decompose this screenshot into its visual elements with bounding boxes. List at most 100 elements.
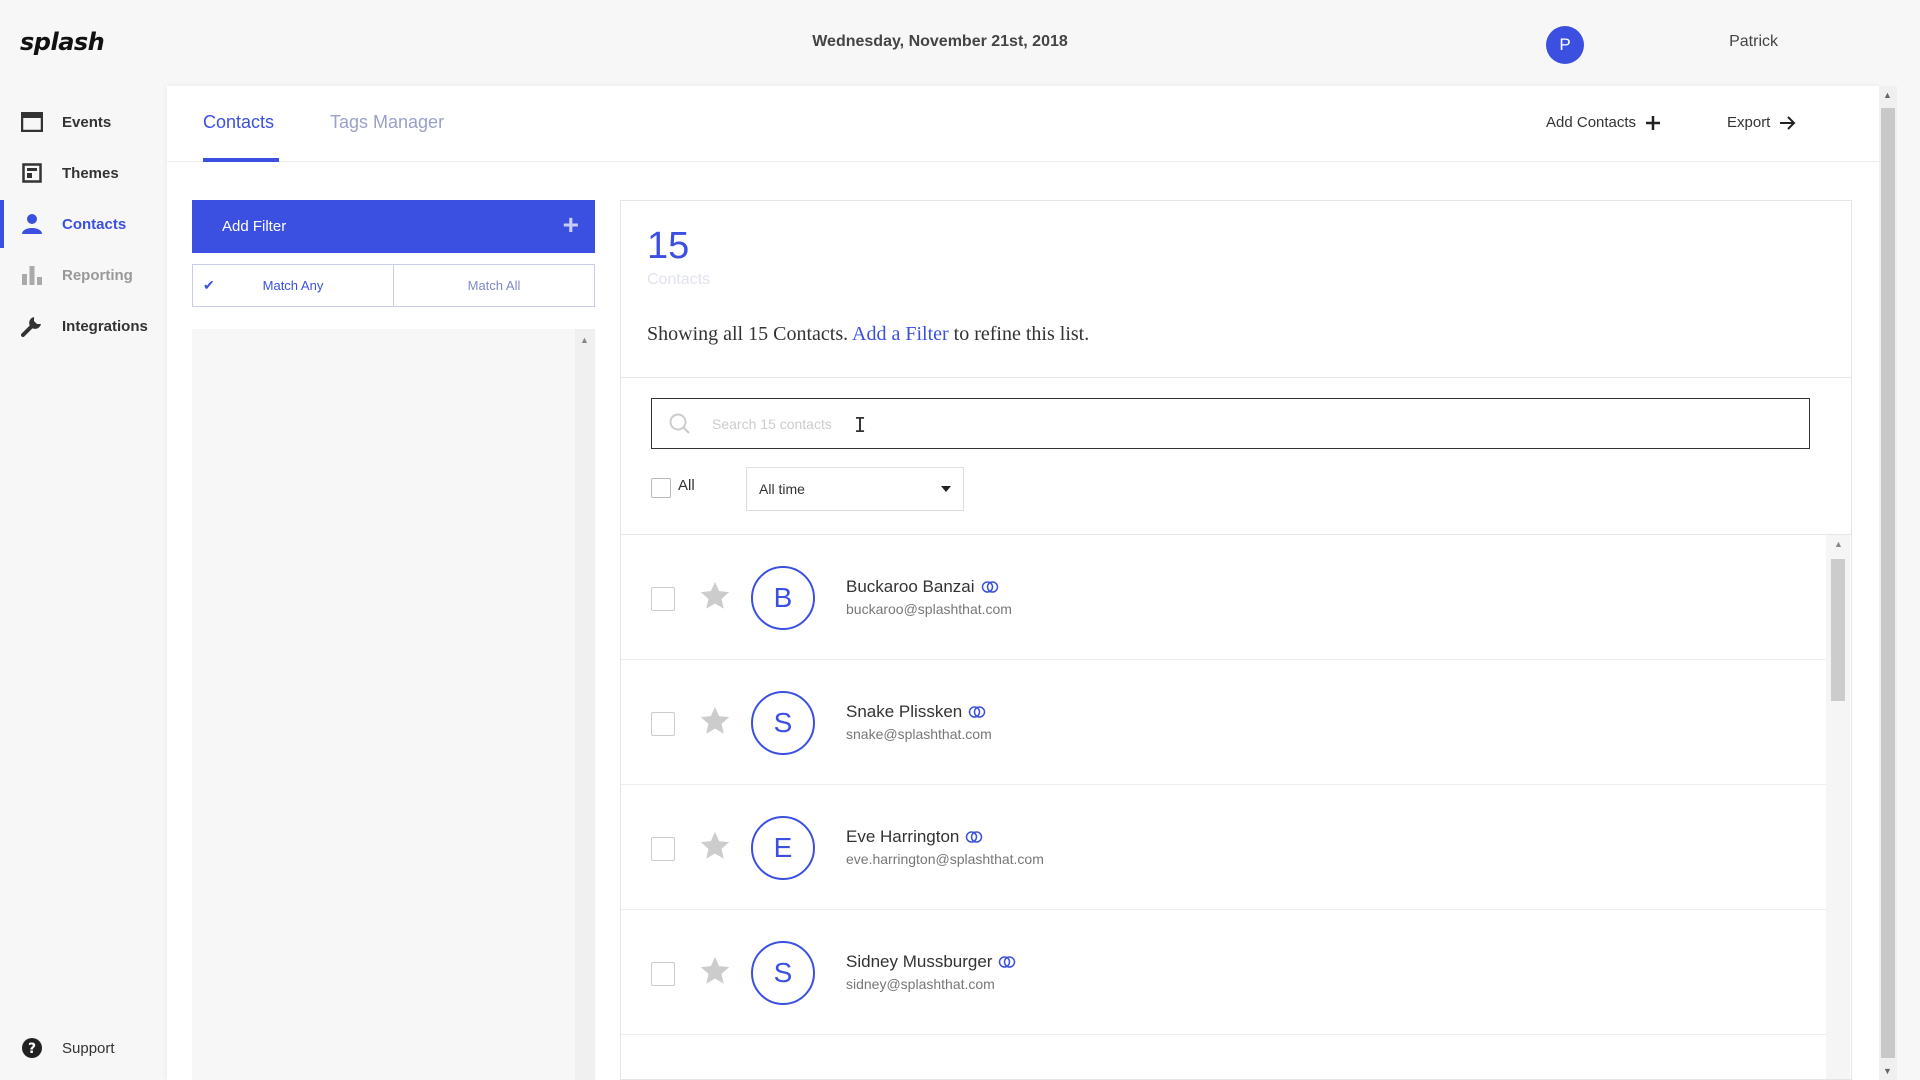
filter-list-scrollbar[interactable]: ▲ — [575, 329, 595, 1080]
person-icon — [20, 212, 44, 236]
select-all-checkbox[interactable] — [651, 478, 671, 498]
scroll-up-icon[interactable]: ▲ — [1883, 90, 1892, 100]
contact-row[interactable]: B Buckaroo Banzai buckaroo@splashthat.co… — [621, 535, 1826, 660]
user-avatar[interactable]: P — [1546, 26, 1584, 64]
contact-name[interactable]: Eve Harrington — [846, 827, 959, 847]
linked-rings-icon — [966, 831, 983, 843]
contact-name[interactable]: Sidney Mussburger — [846, 952, 992, 972]
scroll-down-icon[interactable]: ▼ — [1883, 1066, 1892, 1076]
contact-name-wrap: Buckaroo Banzai — [846, 577, 999, 597]
text-cursor-icon: I — [854, 413, 867, 437]
tab-tags-manager[interactable]: Tags Manager — [330, 112, 444, 133]
plus-icon — [1646, 115, 1661, 130]
divider — [621, 377, 1851, 378]
star-icon[interactable] — [698, 579, 732, 613]
caret-down-icon — [941, 486, 951, 492]
contact-email: snake@splashthat.com — [846, 726, 992, 742]
match-all-label: Match All — [467, 278, 521, 293]
timeframe-value: All time — [759, 481, 805, 497]
row-checkbox[interactable] — [651, 712, 675, 736]
contacts-count-label: Contacts — [647, 271, 711, 288]
sidebar-item-themes[interactable]: Themes — [0, 149, 167, 197]
linked-rings-icon — [981, 581, 998, 593]
contact-name-wrap: Snake Plissken — [846, 702, 986, 722]
sidebar-item-reporting[interactable]: Reporting — [0, 251, 167, 299]
add-filter-label: Add Filter — [222, 218, 287, 235]
star-icon[interactable] — [698, 954, 732, 988]
main-panel: Contacts Tags Manager Add Contacts Expor… — [167, 86, 1879, 1080]
sidebar-item-integrations[interactable]: Integrations — [0, 302, 167, 350]
contact-search: I — [651, 398, 1810, 449]
linked-rings-icon — [999, 956, 1016, 968]
summary-prefix: Showing all 15 Contacts. — [647, 323, 849, 345]
arrow-right-icon — [1780, 115, 1796, 130]
scrollbar-thumb[interactable] — [1881, 108, 1895, 1058]
sidebar-item-contacts[interactable]: Contacts — [0, 200, 167, 248]
page-scrollbar[interactable]: ▲ ▼ — [1879, 86, 1897, 1080]
export-label: Export — [1727, 114, 1771, 131]
scrollbar-thumb[interactable] — [1831, 559, 1845, 701]
row-checkbox[interactable] — [651, 587, 675, 611]
svg-text:?: ? — [28, 1041, 36, 1057]
contact-row[interactable]: S Snake Plissken snake@splashthat.com — [621, 660, 1826, 785]
current-date: Wednesday, November 21st, 2018 — [812, 33, 1068, 50]
contact-name[interactable]: Snake Plissken — [846, 702, 962, 722]
contact-list: B Buckaroo Banzai buckaroo@splashthat.co… — [621, 535, 1826, 1079]
add-contacts-label: Add Contacts — [1546, 114, 1637, 131]
plus-icon: + — [562, 209, 579, 240]
search-icon — [669, 413, 690, 434]
contact-email: sidney@splashthat.com — [846, 976, 995, 992]
star-icon[interactable] — [698, 704, 732, 738]
scroll-up-icon[interactable]: ▲ — [1834, 539, 1843, 549]
match-any-label: Match Any — [262, 278, 324, 293]
sidebar-item-support[interactable]: ? Support — [0, 1024, 167, 1072]
select-all-label: All — [678, 477, 695, 494]
sidebar-item-label: Events — [62, 113, 112, 131]
summary-suffix: to refine this list. — [953, 323, 1090, 345]
contact-avatar: E — [751, 816, 815, 880]
contact-avatar: S — [751, 691, 815, 755]
add-contacts-button[interactable]: Add Contacts — [1546, 114, 1661, 131]
sidebar-item-events[interactable]: Events — [0, 98, 167, 146]
top-bar: splash Wednesday, November 21st, 2018 Pa… — [0, 0, 1920, 86]
contact-row[interactable]: E Eve Harrington eve.harrington@splashth… — [621, 785, 1826, 910]
checkmark-icon: ✔ — [203, 277, 215, 293]
user-name[interactable]: Patrick — [1729, 33, 1778, 51]
contacts-count: 15 — [647, 225, 690, 267]
themes-icon — [20, 161, 44, 185]
contact-name[interactable]: Buckaroo Banzai — [846, 577, 975, 597]
star-icon[interactable] — [698, 829, 732, 863]
match-all-option[interactable]: Match All — [393, 265, 594, 306]
export-button[interactable]: Export — [1727, 114, 1796, 131]
help-circle-icon: ? — [20, 1036, 44, 1060]
sidebar-item-label: Themes — [62, 164, 119, 182]
timeframe-select[interactable]: All time — [746, 467, 964, 511]
row-checkbox[interactable] — [651, 962, 675, 986]
contact-row[interactable]: S Sidney Mussburger sidney@splashthat.co… — [621, 910, 1826, 1035]
active-tab-indicator — [203, 158, 279, 162]
sidebar-item-label: Integrations — [62, 317, 148, 335]
add-filter-button[interactable]: Add Filter + — [192, 200, 595, 253]
contact-name-wrap: Sidney Mussburger — [846, 952, 1016, 972]
tab-contacts[interactable]: Contacts — [203, 112, 274, 133]
contacts-summary: Showing all 15 Contacts. Add a Filter to… — [647, 323, 1089, 346]
calendar-icon — [20, 110, 44, 134]
sidebar: Events Themes Contacts Reporting Integra… — [0, 86, 167, 1080]
filter-list — [192, 329, 575, 1080]
row-checkbox[interactable] — [651, 837, 675, 861]
contact-name-wrap: Eve Harrington — [846, 827, 983, 847]
tab-bar: Contacts Tags Manager Add Contacts Expor… — [167, 86, 1879, 162]
scroll-up-icon[interactable]: ▲ — [580, 335, 589, 345]
linked-rings-icon — [968, 706, 986, 718]
contact-email: eve.harrington@splashthat.com — [846, 851, 1044, 867]
contacts-card: 15 Contacts Showing all 15 Contacts. Add… — [620, 200, 1852, 1080]
contact-email: buckaroo@splashthat.com — [846, 601, 1012, 617]
sidebar-item-label: Reporting — [62, 266, 133, 284]
sidebar-item-label: Support — [62, 1039, 115, 1057]
match-any-option[interactable]: ✔ Match Any — [193, 265, 393, 306]
contact-list-scrollbar[interactable]: ▲ — [1826, 535, 1850, 1079]
wrench-icon — [20, 314, 44, 338]
contact-avatar: S — [751, 941, 815, 1005]
add-filter-link[interactable]: Add a Filter — [852, 323, 949, 345]
contact-avatar: B — [751, 566, 815, 630]
